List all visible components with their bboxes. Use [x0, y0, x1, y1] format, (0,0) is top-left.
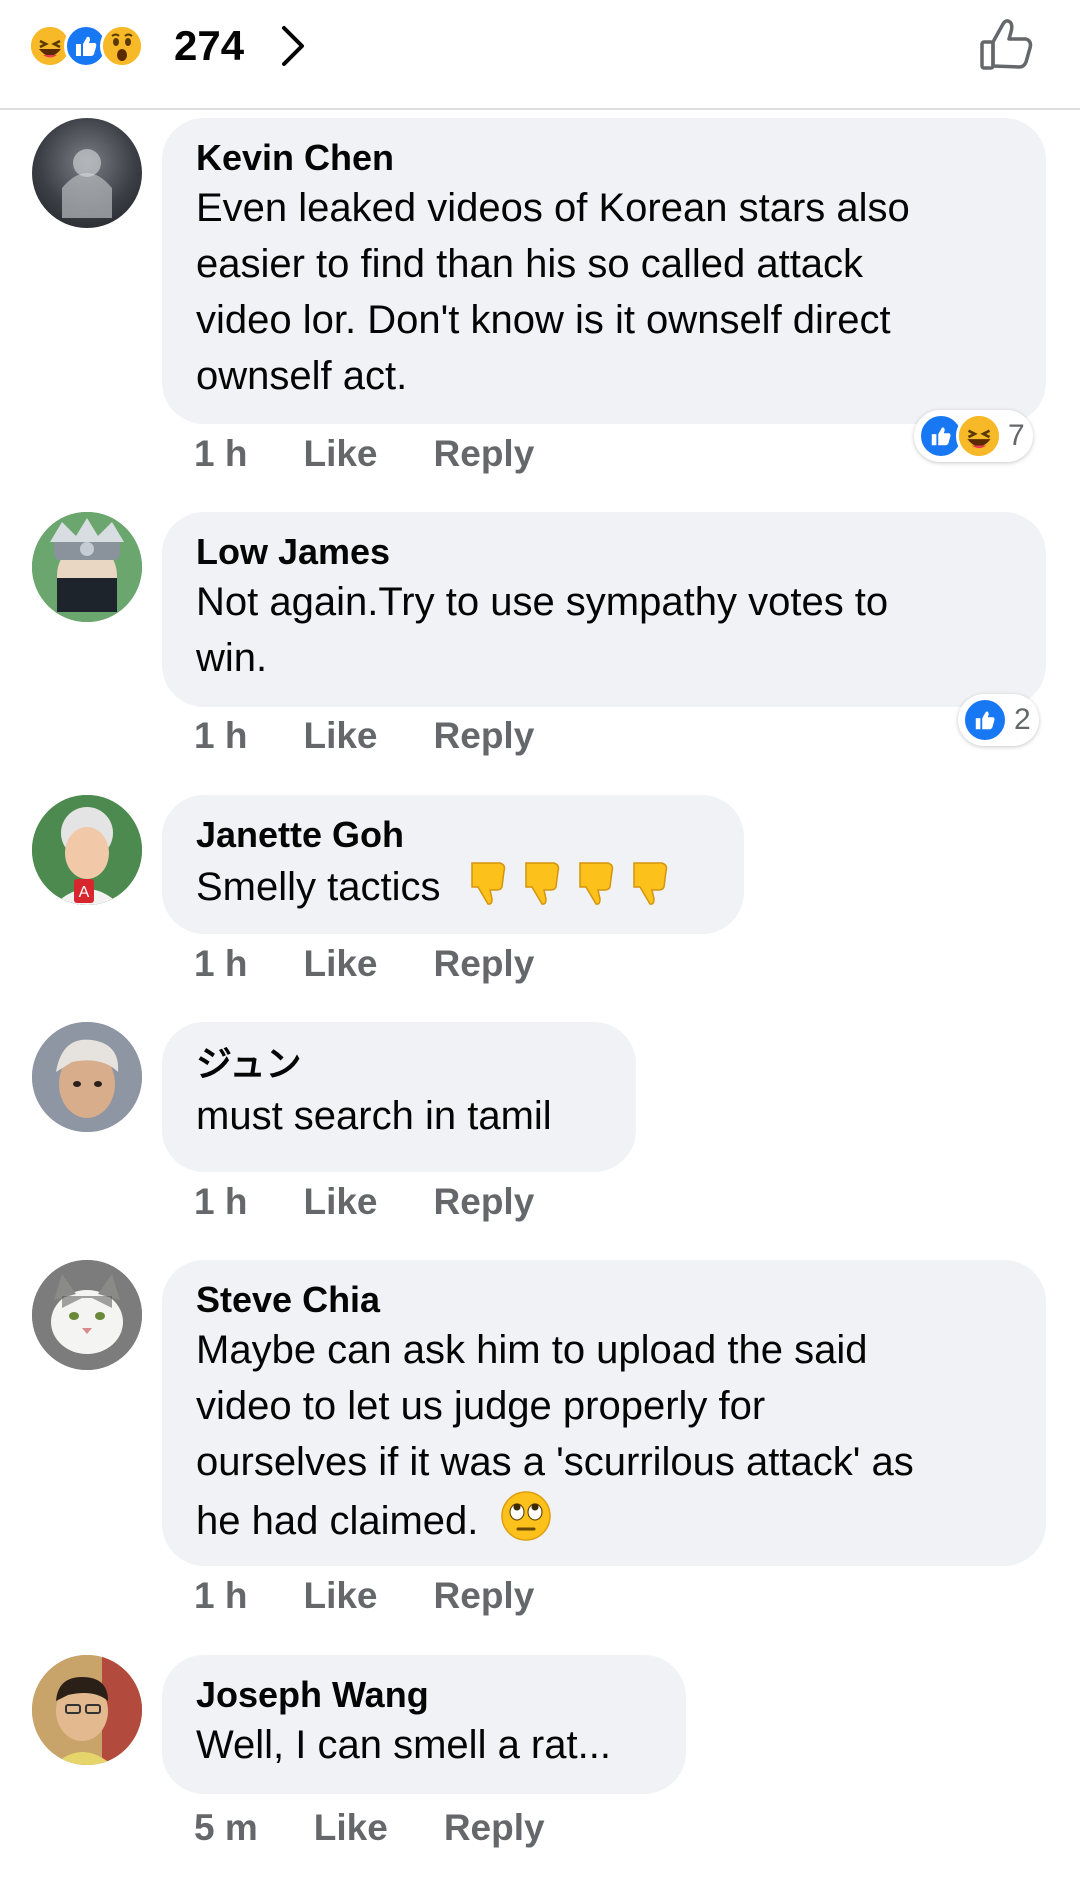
- comment-text: ownself act.: [196, 354, 408, 398]
- comment-text-row: Smelly tactics: [196, 857, 710, 922]
- comment-text: easier to find than his so called attack: [196, 242, 864, 286]
- reply-button[interactable]: Reply: [434, 1178, 535, 1226]
- commenter-name[interactable]: Joseph Wang: [196, 1673, 652, 1717]
- reactions-header: 274: [0, 0, 1080, 110]
- commenter-name[interactable]: Low James: [196, 530, 1012, 574]
- avatar[interactable]: [32, 512, 142, 622]
- comment-text: Maybe can ask him to upload the said: [196, 1328, 868, 1372]
- timestamp[interactable]: 5 m: [194, 1804, 258, 1852]
- avatar[interactable]: [32, 1655, 142, 1765]
- reply-button[interactable]: Reply: [444, 1804, 545, 1852]
- reaction-count: 2: [1014, 703, 1031, 736]
- comment-bubble[interactable]: Kevin Chen Even leaked videos of Korean …: [162, 118, 1046, 424]
- reaction-count: 7: [1008, 419, 1025, 452]
- like-button[interactable]: Like: [303, 712, 377, 760]
- comment-bubble[interactable]: Low James Not again.Try to use sympathy …: [162, 512, 1046, 707]
- comment-text: Even leaked videos of Korean stars also: [196, 186, 910, 230]
- comment-text: Well, I can smell a rat...: [196, 1723, 611, 1767]
- haha-icon: [956, 413, 1002, 459]
- reply-button[interactable]: Reply: [434, 940, 535, 988]
- comment-text: he had claimed.: [196, 1499, 479, 1544]
- timestamp[interactable]: 1 h: [194, 712, 247, 760]
- comment-actions: 1 h Like Reply: [194, 940, 590, 988]
- timestamp[interactable]: 1 h: [194, 940, 247, 988]
- like-button[interactable]: Like: [303, 430, 377, 478]
- comment-text: video lor. Don't know is it ownself dire…: [196, 298, 891, 342]
- comment-text: must search in tamil: [196, 1094, 552, 1138]
- comment-reactions-badge[interactable]: 2: [958, 694, 1039, 746]
- comment-text: win.: [196, 636, 268, 680]
- comments-screen: 274 Kevin Chen Even leaked videos of Kor…: [0, 0, 1080, 1877]
- like-button[interactable]: Like: [314, 1804, 388, 1852]
- eye-roll-emoji-icon: [500, 1490, 552, 1557]
- reply-button[interactable]: Reply: [434, 430, 535, 478]
- comment-text: Smelly tactics: [196, 865, 441, 910]
- like-button[interactable]: Like: [303, 940, 377, 988]
- comment-text-row: he had claimed.: [196, 1490, 1012, 1557]
- comment-actions: 1 h Like Reply: [194, 712, 590, 760]
- comment-bubble[interactable]: Janette Goh Smelly tactics: [162, 795, 744, 934]
- commenter-name[interactable]: ジュン: [196, 1042, 602, 1086]
- comment-actions: 1 h Like Reply: [194, 1178, 590, 1226]
- comment-bubble[interactable]: ジュン must search in tamil: [162, 1022, 636, 1172]
- reaction-count[interactable]: 274: [174, 18, 244, 74]
- comment-text: Not again.Try to use sympathy votes to: [196, 580, 889, 624]
- svg-text:A: A: [79, 884, 90, 901]
- commenter-name[interactable]: Janette Goh: [196, 813, 710, 857]
- timestamp[interactable]: 1 h: [194, 1572, 247, 1620]
- comment-bubble[interactable]: Joseph Wang Well, I can smell a rat...: [162, 1655, 686, 1794]
- thumbs-down-emoji-icon: [468, 857, 674, 922]
- comment-bubble[interactable]: Steve Chia Maybe can ask him to upload t…: [162, 1260, 1046, 1566]
- wow-icon: [100, 24, 144, 68]
- reply-button[interactable]: Reply: [434, 712, 535, 760]
- comment-actions: 1 h Like Reply: [194, 430, 590, 478]
- comment-actions: 5 m Like Reply: [194, 1804, 601, 1852]
- comment-reactions-badge[interactable]: 7: [914, 410, 1033, 462]
- reaction-summary[interactable]: [28, 24, 144, 68]
- like-button[interactable]: Like: [303, 1572, 377, 1620]
- avatar[interactable]: [32, 118, 142, 228]
- avatar[interactable]: A: [32, 795, 142, 905]
- like-icon: [962, 697, 1008, 743]
- like-button[interactable]: Like: [303, 1178, 377, 1226]
- chevron-right-icon[interactable]: [276, 22, 310, 70]
- commenter-name[interactable]: Kevin Chen: [196, 136, 1012, 180]
- comment-text: video to let us judge properly for: [196, 1384, 766, 1428]
- comment-text: ourselves if it was a 'scurrilous attack…: [196, 1440, 914, 1484]
- timestamp[interactable]: 1 h: [194, 1178, 247, 1226]
- like-outline-icon[interactable]: [976, 14, 1038, 76]
- reply-button[interactable]: Reply: [434, 1572, 535, 1620]
- commenter-name[interactable]: Steve Chia: [196, 1278, 1012, 1322]
- timestamp[interactable]: 1 h: [194, 430, 247, 478]
- avatar[interactable]: [32, 1260, 142, 1370]
- avatar[interactable]: [32, 1022, 142, 1132]
- comment-actions: 1 h Like Reply: [194, 1572, 590, 1620]
